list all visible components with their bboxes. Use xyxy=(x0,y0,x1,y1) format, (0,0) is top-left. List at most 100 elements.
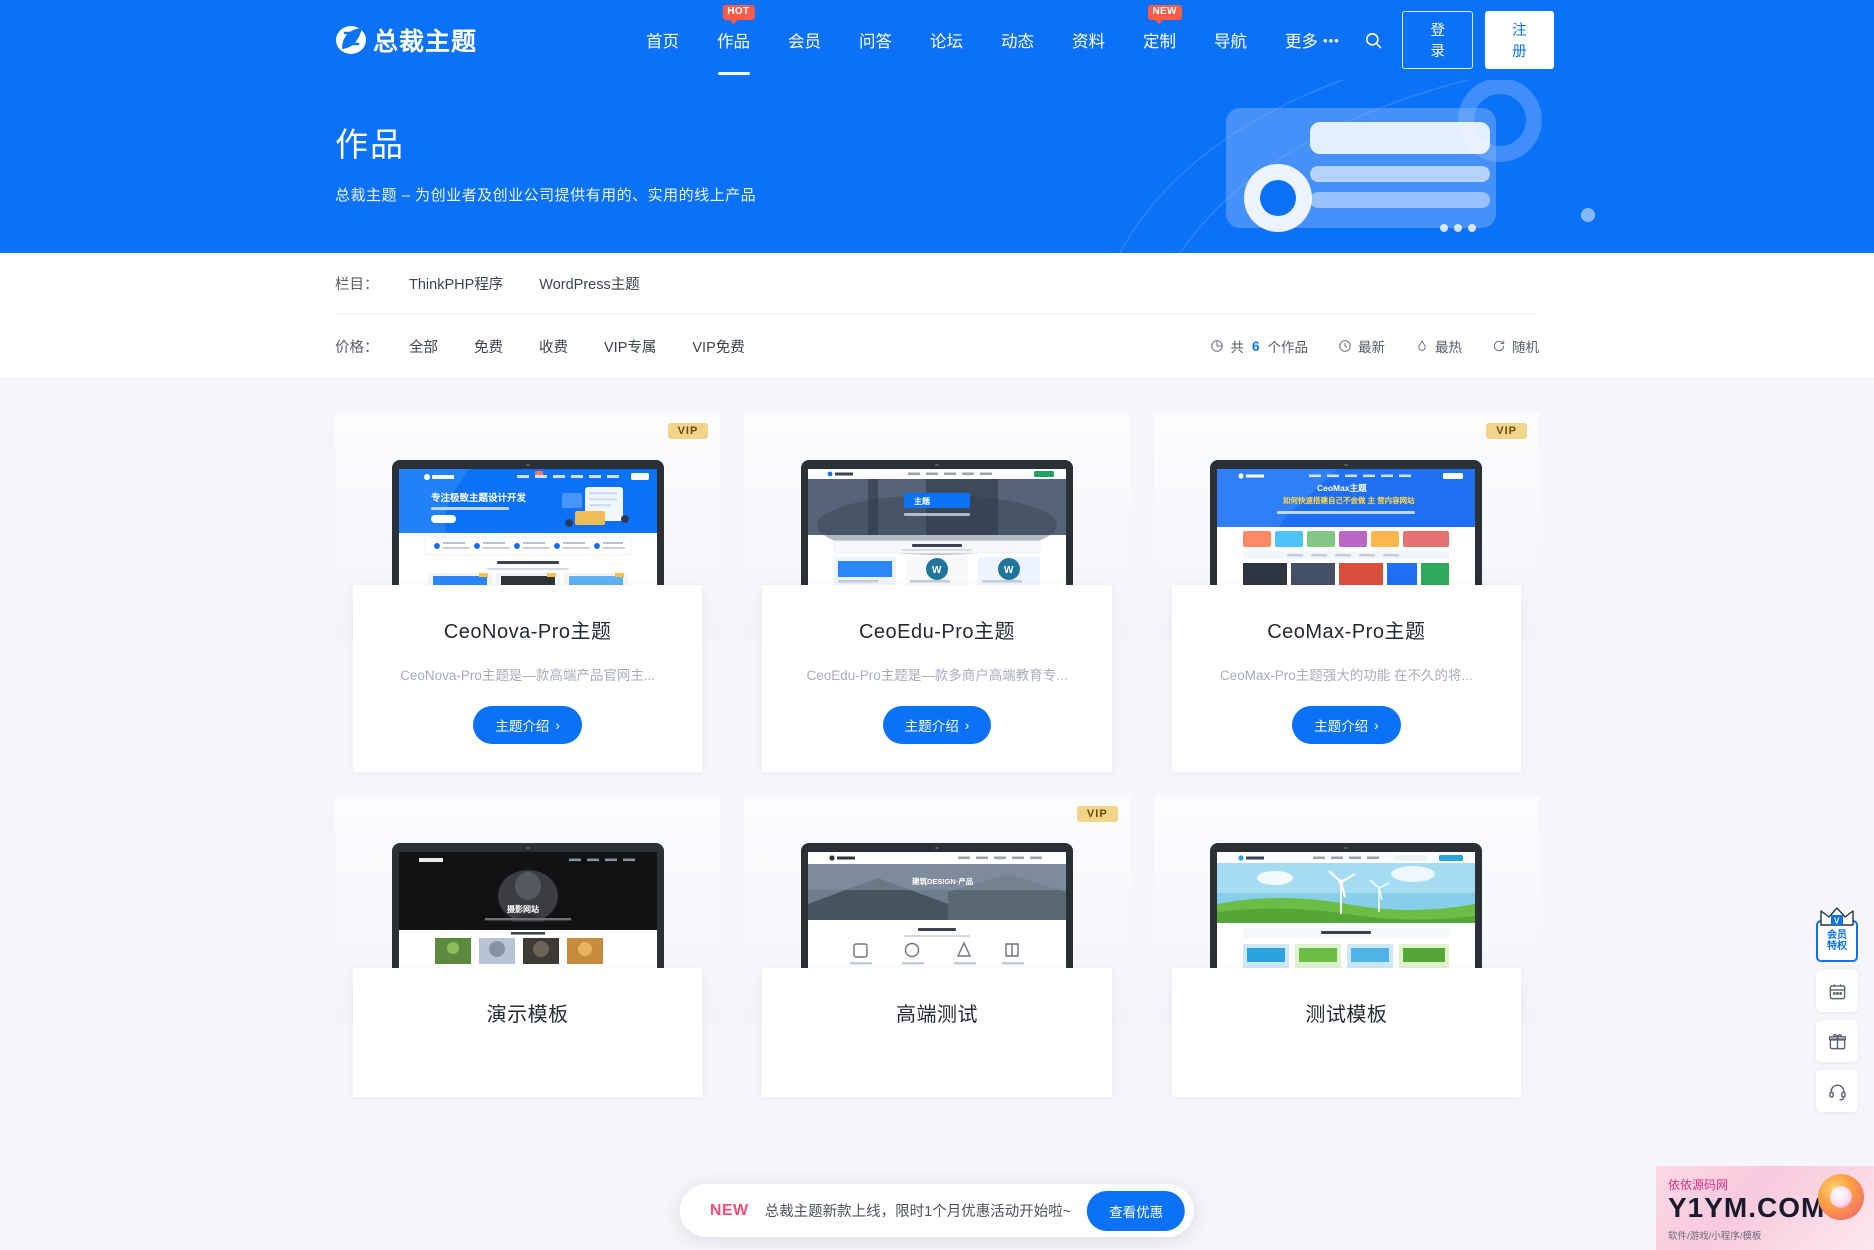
card-body: CeoNova-Pro主题 CeoNova-Pro主题是—款高端产品官网主...… xyxy=(353,585,703,772)
nav-label: 导航 xyxy=(1214,33,1248,51)
ceomax-preview: CeoMax主题 如何快速搭建自己不会做 主 营内容网站 xyxy=(1217,469,1476,588)
svg-text:专注极致主题设计开发: 专注极致主题设计开发 xyxy=(431,492,527,504)
sort-label: 最新 xyxy=(1358,340,1385,355)
nav-item-member[interactable]: 会员 xyxy=(769,0,840,81)
photo-dark-preview: 摄影网站 xyxy=(398,852,657,971)
card-action-button[interactable]: 主题介绍 › xyxy=(473,706,582,744)
green-energy-preview xyxy=(1217,852,1476,971)
svg-text:建筑DESIGN·产品: 建筑DESIGN·产品 xyxy=(911,876,974,886)
nav-label: 资料 xyxy=(1072,33,1106,51)
card-button-label: 主题介绍 xyxy=(495,719,550,734)
nav-item-docs[interactable]: 资料 xyxy=(1053,0,1124,81)
page-title: 作品 xyxy=(335,126,405,163)
card-title: 测试模板 xyxy=(1305,1004,1388,1026)
card-button-label: 主题介绍 xyxy=(1314,719,1369,734)
view-offer-button[interactable]: 查看优惠 xyxy=(1087,1190,1186,1231)
works-grid-container: VIP 专注极致主题设计开发 CeoNova-Pro主题 CeoNova-Pro… xyxy=(0,377,1874,1097)
headset-icon xyxy=(1828,1083,1846,1100)
architecture-preview: 建筑DESIGN·产品 xyxy=(807,852,1066,971)
count-prefix: 共 xyxy=(1230,340,1244,355)
side-widget-vip-privilege[interactable]: V 会员 特权 xyxy=(1816,907,1858,962)
price-vip-free[interactable]: VIP免费 xyxy=(692,336,744,357)
side-widget-gift[interactable] xyxy=(1816,1020,1858,1062)
sort-options: 共 6 个作品 最新 最热 随机 xyxy=(1210,336,1539,356)
price-paid[interactable]: 收费 xyxy=(539,336,568,357)
svg-text:V: V xyxy=(1834,917,1840,926)
card-body: CeoMax-Pro主题 CeoMax-Pro主题强大的功能 在不久的将... … xyxy=(1171,585,1521,772)
work-card[interactable]: VIP 建筑DESIGN·产品 高端测试 xyxy=(744,796,1130,1097)
filter-bar: 栏目： ThinkPHP程序 WordPress主题 价格： 全部 免费 收费 … xyxy=(0,253,1874,377)
svg-text:W: W xyxy=(1004,565,1014,576)
pie-chart-icon xyxy=(1211,340,1224,352)
nav-label: 首页 xyxy=(646,33,680,51)
card-body: 测试模板 xyxy=(1171,968,1521,1097)
sort-hottest[interactable]: 最热 xyxy=(1415,336,1462,356)
card-title: 演示模板 xyxy=(486,1004,569,1026)
main-nav: 首页 HOT 作品 会员 问答 论坛 动态 资料 NEW 定制 导航 更多 ••… xyxy=(627,0,1359,81)
work-card[interactable]: 主题 W W CeoEdu-Pro主题 CeoEdu-Pro主题是—款多商户高端… xyxy=(744,413,1130,772)
svg-text:如何快速搭建自己不会做 主 营内容网站: 如何快速搭建自己不会做 主 营内容网站 xyxy=(1283,495,1415,505)
more-dots-icon: ••• xyxy=(1323,32,1340,48)
watermark-foot: 软件/游戏/小程序/模板 xyxy=(1668,1231,1762,1242)
total-count: 共 6 个作品 xyxy=(1210,336,1308,356)
notice-text: 总裁主题新款上线，限时1个月优惠活动开始啦~ xyxy=(764,1204,1072,1220)
sort-latest[interactable]: 最新 xyxy=(1338,336,1385,356)
side-widget-bar: V 会员 特权 xyxy=(1816,907,1858,1112)
nav-label: 论坛 xyxy=(930,33,964,51)
login-button[interactable]: 登录 xyxy=(1402,11,1474,69)
register-button[interactable]: 注册 xyxy=(1485,11,1554,69)
card-action-button[interactable]: 主题介绍 › xyxy=(882,706,992,744)
nav-item-more[interactable]: 更多 ••• xyxy=(1266,0,1359,81)
card-body: CeoEdu-Pro主题 CeoEdu-Pro主题是—款多商户高端教育专... … xyxy=(762,585,1112,772)
card-title: 高端测试 xyxy=(895,1004,978,1026)
vip-badge: VIP xyxy=(1486,423,1527,439)
price-free[interactable]: 免费 xyxy=(474,336,503,357)
price-vip-only[interactable]: VIP专属 xyxy=(604,336,656,357)
category-wordpress[interactable]: WordPress主题 xyxy=(539,273,639,294)
nav-item-news[interactable]: 动态 xyxy=(982,0,1053,81)
svg-text:CeoMax主题: CeoMax主题 xyxy=(1317,483,1367,493)
side-widget-calendar[interactable] xyxy=(1816,970,1858,1012)
watermark-orb-icon xyxy=(1818,1174,1864,1220)
nav-item-works[interactable]: HOT 作品 xyxy=(698,0,769,81)
vip-badge: VIP xyxy=(1076,806,1118,822)
work-card[interactable]: VIP CeoMax主题 如何快速搭建自己不会做 主 营内容网站 CeoMax-… xyxy=(1153,413,1539,772)
nav-item-custom[interactable]: NEW 定制 xyxy=(1124,0,1195,81)
card-button-label: 主题介绍 xyxy=(904,719,959,734)
side-widget-support[interactable] xyxy=(1816,1070,1858,1112)
work-card[interactable]: VIP 专注极致主题设计开发 CeoNova-Pro主题 CeoNova-Pro… xyxy=(335,413,721,772)
vip-badge: VIP xyxy=(667,423,709,439)
svg-text:主题: 主题 xyxy=(914,496,931,506)
chevron-right-icon: › xyxy=(964,717,970,733)
fire-icon xyxy=(1418,340,1426,351)
category-thinkphp[interactable]: ThinkPHP程序 xyxy=(409,273,503,294)
sort-random[interactable]: 随机 xyxy=(1492,336,1539,356)
nav-item-qa[interactable]: 问答 xyxy=(840,0,911,81)
count-value: 6 xyxy=(1251,338,1260,354)
price-all[interactable]: 全部 xyxy=(409,336,438,357)
site-header: 总裁主题 首页 HOT 作品 会员 问答 论坛 动态 资料 NEW 定制 导航 … xyxy=(0,0,1874,80)
nav-item-nav[interactable]: 导航 xyxy=(1195,0,1266,81)
nav-item-forum[interactable]: 论坛 xyxy=(911,0,982,81)
price-filter-row: 价格： 全部 免费 收费 VIP专属 VIP免费 共 6 个作品 最新 最热 随… xyxy=(335,315,1539,377)
calendar-icon xyxy=(1829,983,1845,999)
work-card[interactable]: 测试模板 xyxy=(1153,796,1539,1097)
card-description: CeoMax-Pro主题强大的功能 在不久的将... xyxy=(1219,668,1473,683)
nav-item-home[interactable]: 首页 xyxy=(627,0,698,81)
nav-label: 问答 xyxy=(859,33,893,51)
watermark-overlay: 依依源码网 Y1YM.COM 软件/游戏/小程序/模板 xyxy=(1656,1166,1874,1250)
price-label: 价格： xyxy=(335,339,379,356)
chevron-right-icon: › xyxy=(1374,717,1379,733)
nav-label: 动态 xyxy=(1001,33,1035,51)
watermark-main: Y1YM.COM xyxy=(1668,1192,1826,1223)
site-logo[interactable]: 总裁主题 xyxy=(335,22,477,58)
clock-icon xyxy=(1339,340,1351,352)
card-description: CeoNova-Pro主题是—款高端产品官网主... xyxy=(400,668,656,683)
card-action-button[interactable]: 主题介绍 › xyxy=(1292,706,1401,744)
header-actions: 登录 注册 xyxy=(1359,11,1554,69)
work-card[interactable]: 摄影网站 演示模板 xyxy=(335,796,721,1097)
category-label: 栏目： xyxy=(335,277,379,293)
search-icon[interactable] xyxy=(1359,19,1389,61)
z-logo-icon xyxy=(335,24,367,56)
card-description: CeoEdu-Pro主题是—款多商户高端教育专... xyxy=(806,668,1068,683)
